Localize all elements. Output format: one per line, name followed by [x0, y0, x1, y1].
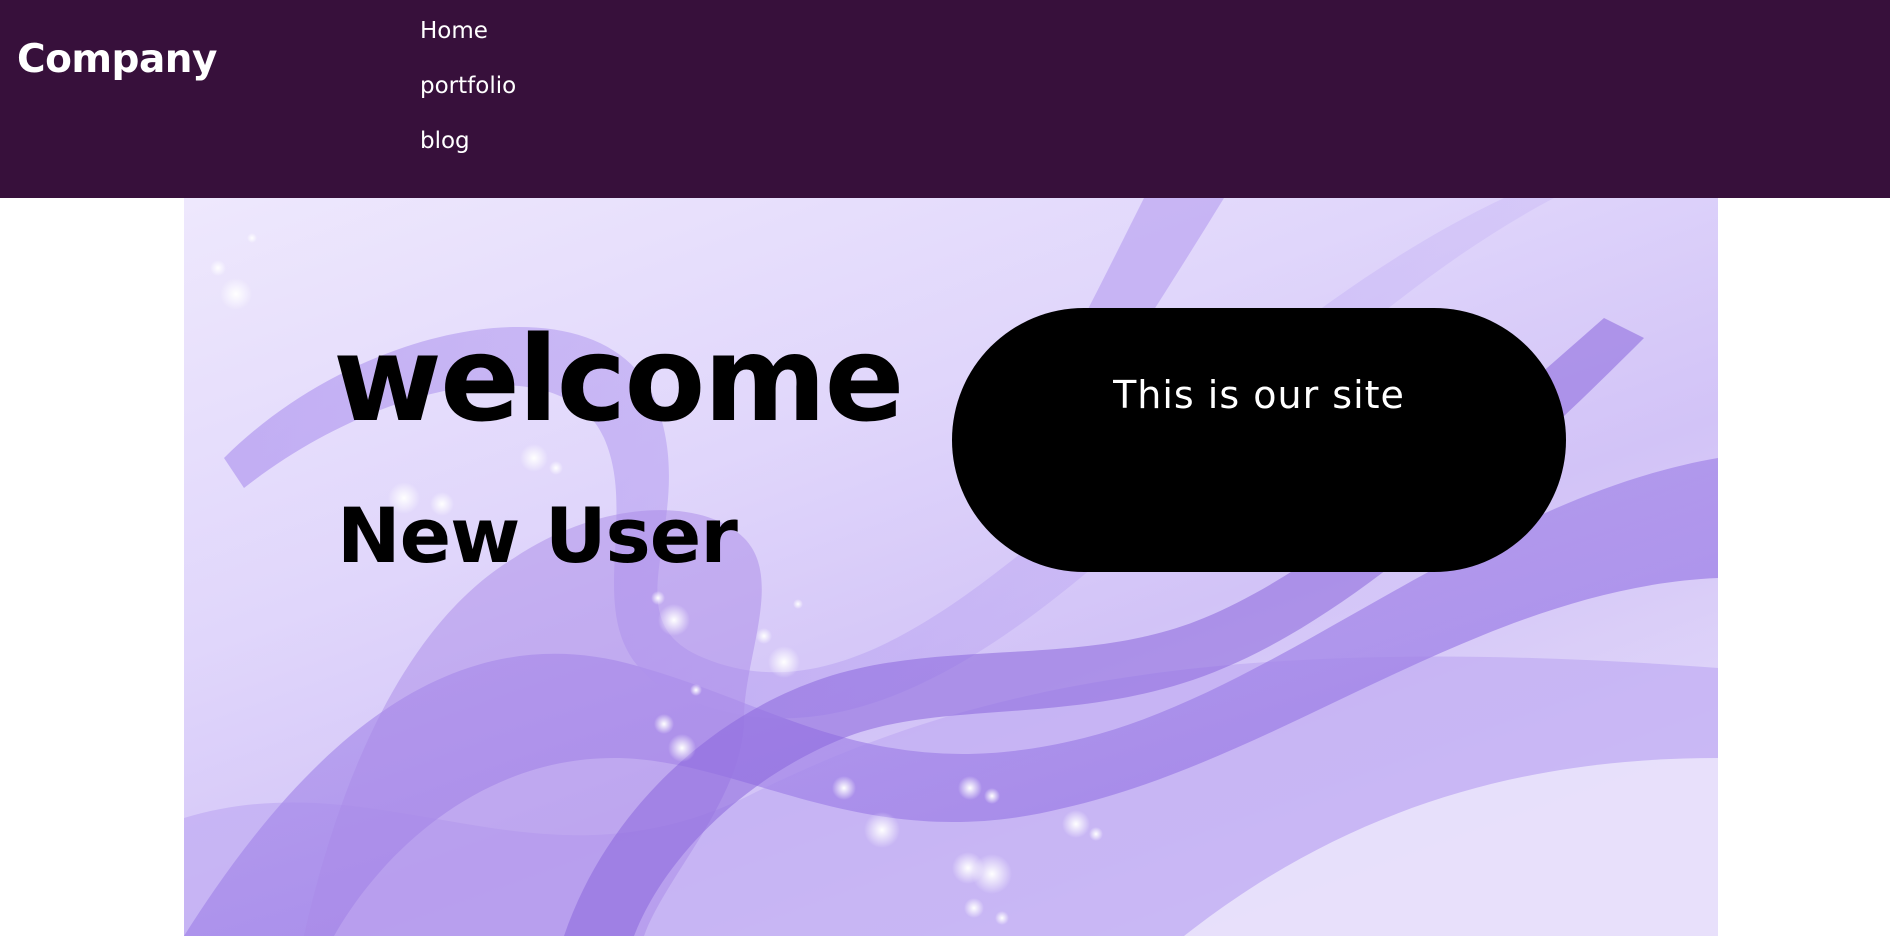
- nav-link-home[interactable]: Home: [420, 18, 488, 44]
- hero-title: welcome: [333, 310, 904, 448]
- hero-banner: welcome New User This is our site: [184, 198, 1718, 936]
- main-nav: Home portfolio blog: [420, 14, 516, 179]
- hero-subtitle: New User: [337, 491, 738, 580]
- nav-link-blog[interactable]: blog: [420, 128, 470, 154]
- nav-item-home: Home: [420, 14, 516, 69]
- nav-item-blog: blog: [420, 124, 516, 179]
- nav-link-portfolio[interactable]: portfolio: [420, 73, 516, 99]
- site-logo[interactable]: Company: [17, 37, 217, 82]
- site-intro-text: This is our site: [1113, 373, 1405, 417]
- site-intro-card: This is our site: [952, 308, 1566, 572]
- site-header: Company Home portfolio blog: [0, 0, 1890, 198]
- nav-item-portfolio: portfolio: [420, 69, 516, 124]
